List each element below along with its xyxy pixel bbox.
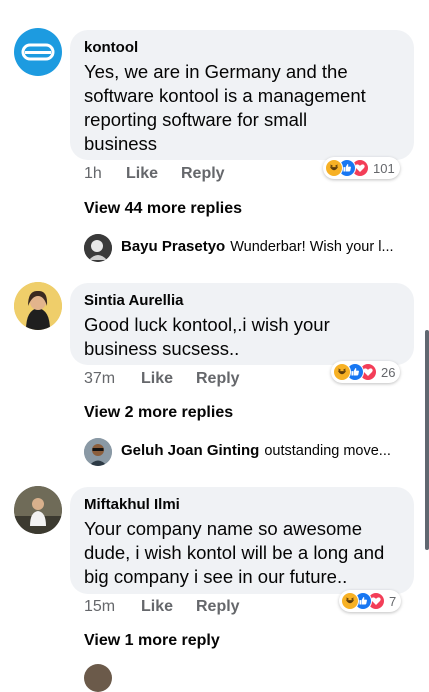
reply-preview[interactable]: Geluh Joan Ginting outstanding move... (121, 442, 391, 459)
comment-text: Good luck kontool,.i wish your business … (84, 314, 330, 359)
avatar-next-reply[interactable] (84, 664, 112, 692)
reply-author[interactable]: Geluh Joan Ginting (121, 442, 259, 459)
comment-author[interactable]: Miftakhul Ilmi (84, 495, 400, 515)
comment-bubble: Miftakhul Ilmi Your company name so awes… (70, 487, 414, 594)
view-more-replies-link[interactable]: View 44 more replies (84, 200, 242, 218)
avatar-miftakhul-ilmi[interactable] (14, 486, 62, 534)
avatar-bayu-prasetyo[interactable] (84, 234, 112, 262)
reply-author[interactable]: Bayu Prasetyo (121, 238, 225, 255)
view-more-replies-link[interactable]: View 2 more replies (84, 404, 233, 422)
reply-snippet: Wunderbar! Wish your l... (230, 238, 394, 255)
haha-icon (333, 363, 351, 381)
comment-time: 15m (84, 598, 116, 615)
comment-text: Yes, we are in Germany and the software … (84, 61, 366, 154)
comment-author[interactable]: kontool (84, 38, 400, 58)
comment-time: 1h (84, 165, 102, 182)
like-button[interactable]: Like (141, 598, 173, 616)
scrollbar[interactable] (425, 330, 429, 550)
profile-photo-icon (14, 486, 62, 534)
avatar-sintia-aurellia[interactable] (14, 282, 62, 330)
profile-photo-icon (14, 282, 62, 330)
reply-snippet: outstanding move... (264, 442, 391, 459)
like-button[interactable]: Like (126, 165, 158, 183)
reaction-summary[interactable]: 101 (323, 157, 400, 179)
like-button[interactable]: Like (141, 370, 173, 388)
reply-button[interactable]: Reply (196, 370, 240, 388)
haha-icon (325, 159, 343, 177)
profile-photo-icon (84, 438, 112, 466)
haha-icon (341, 592, 359, 610)
reply-button[interactable]: Reply (181, 165, 225, 183)
comment-author[interactable]: Sintia Aurellia (84, 291, 400, 311)
reaction-count: 7 (389, 593, 397, 609)
comment-time: 37m (84, 370, 116, 387)
kontool-logo-icon (21, 43, 55, 61)
comment-text: Your company name so awesome dude, i wis… (84, 518, 385, 587)
reply-button[interactable]: Reply (196, 598, 240, 616)
avatar-geluh-joan-ginting[interactable] (84, 438, 112, 466)
reaction-count: 101 (373, 160, 395, 176)
reaction-summary[interactable]: 26 (331, 361, 401, 383)
comment-bubble: kontool Yes, we are in Germany and the s… (70, 30, 414, 160)
comment-bubble: Sintia Aurellia Good luck kontool,.i wis… (70, 283, 414, 365)
view-more-replies-link[interactable]: View 1 more reply (84, 632, 220, 650)
avatar-kontool[interactable] (14, 28, 62, 76)
reaction-count: 26 (381, 364, 396, 380)
profile-photo-icon (84, 234, 112, 262)
reaction-summary[interactable]: 7 (339, 590, 402, 612)
reply-preview[interactable]: Bayu Prasetyo Wunderbar! Wish your l... (121, 238, 394, 255)
